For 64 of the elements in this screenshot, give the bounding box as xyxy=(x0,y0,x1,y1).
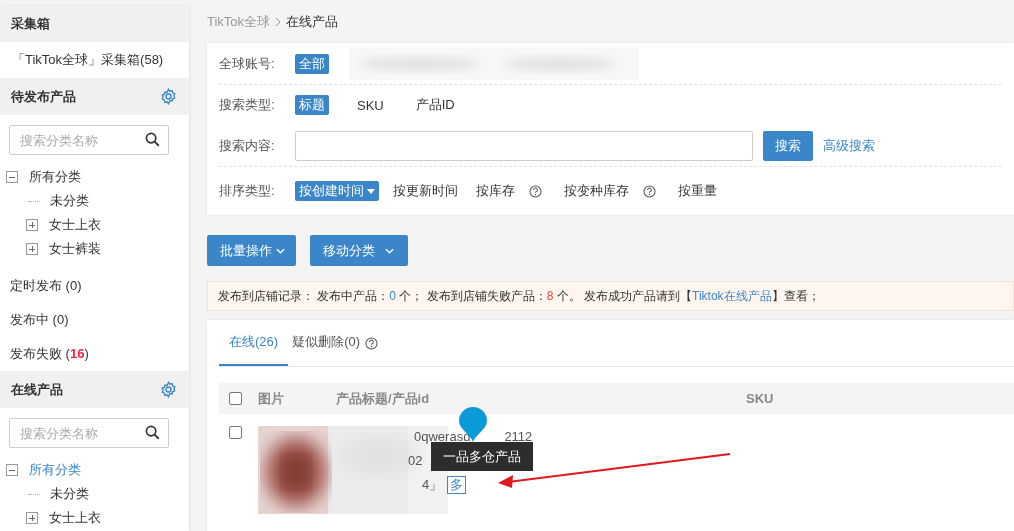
search-type-option[interactable]: 标题 xyxy=(295,95,329,115)
checkbox[interactable] xyxy=(229,392,242,405)
help-icon[interactable] xyxy=(529,184,542,198)
column-header: 图片 xyxy=(258,389,285,408)
category-item[interactable]: 所有分类 xyxy=(29,461,81,479)
chevron-down-icon[interactable] xyxy=(276,247,285,254)
filter-label: 搜索类型: xyxy=(219,96,276,114)
sort-option[interactable]: 按创建时间 xyxy=(295,181,379,201)
notice-text: 发布到店铺记录： 发布中产品：0 个； 发布到店铺失败产品：8 个。 发布成功产品请到【Tiktok在线产品】查看； xyxy=(207,281,1014,311)
status-item[interactable]: 发布中 (0) xyxy=(0,303,189,337)
category-item[interactable]: 女士裤装 xyxy=(49,240,101,258)
dropdown-button[interactable]: 移动分类 xyxy=(310,235,408,266)
section-title: 待发布产品 xyxy=(11,87,76,106)
dropdown-button[interactable]: 批量操作 xyxy=(207,235,296,266)
category-item[interactable]: 所有分类 xyxy=(29,168,81,186)
status-item[interactable]: 发布失败 (16) xyxy=(0,337,189,371)
section-title: 在线产品 xyxy=(11,380,63,399)
search-button[interactable]: 搜索 xyxy=(763,130,813,161)
column-header: 产品标题/产品id xyxy=(336,389,431,408)
help-icon[interactable] xyxy=(643,184,656,198)
product-text: 4」 xyxy=(422,476,443,494)
expand-toggle-icon[interactable] xyxy=(26,219,38,231)
search-type-option[interactable]: SKU xyxy=(353,96,388,114)
settings-icon[interactable] xyxy=(160,88,177,105)
category-item[interactable]: 女士上衣 xyxy=(49,509,101,527)
breadcrumb-current: 在线产品 xyxy=(286,12,339,31)
tooltip: 一品多仓产品 xyxy=(431,442,533,471)
help-icon[interactable] xyxy=(365,336,378,350)
column-header: SKU xyxy=(746,391,774,406)
category-item[interactable]: 女士上衣 xyxy=(49,216,101,234)
search-icon[interactable] xyxy=(145,425,160,440)
online-products-link[interactable]: Tiktok在线产品 xyxy=(692,289,772,303)
checkbox[interactable] xyxy=(229,426,242,439)
search-content-field[interactable] xyxy=(295,130,753,161)
expand-toggle-icon[interactable] xyxy=(6,171,18,183)
account-option[interactable]: 全部 xyxy=(295,53,329,74)
advanced-search-link[interactable]: 高级搜索 xyxy=(823,136,875,155)
filter-label: 排序类型: xyxy=(219,182,276,200)
filter-label: 全球账号: xyxy=(219,54,276,73)
search-type-option[interactable]: 产品ID xyxy=(411,95,459,115)
filter-label: 搜索内容: xyxy=(219,136,276,155)
expand-toggle-icon[interactable] xyxy=(26,512,38,524)
search-icon[interactable] xyxy=(145,132,160,147)
settings-icon[interactable] xyxy=(160,381,177,398)
search-field[interactable]: 搜索分类名称 xyxy=(9,418,169,448)
caret-icon[interactable] xyxy=(367,188,375,194)
sort-option[interactable]: 按更新时间 xyxy=(389,181,462,201)
sort-option[interactable]: 按重量 xyxy=(674,181,721,201)
sort-option[interactable]: 按变种库存 xyxy=(560,181,633,201)
search-field[interactable]: 搜索分类名称 xyxy=(9,125,169,155)
category-item[interactable]: 未分类 xyxy=(50,485,89,503)
product-text: 02 xyxy=(408,452,423,470)
sort-option[interactable]: 按库存 xyxy=(472,181,519,201)
multi-warehouse-badge[interactable]: 多 xyxy=(447,476,467,494)
expand-toggle-icon[interactable] xyxy=(6,464,18,476)
category-item[interactable]: 未分类 xyxy=(50,192,89,210)
collection-box-link[interactable]: 「TikTok全球」采集箱(58) xyxy=(0,42,189,78)
tab[interactable]: 疑似删除(0) xyxy=(288,320,365,366)
tab[interactable]: 在线(26) xyxy=(219,320,289,366)
status-item[interactable]: 定时发布 (0) xyxy=(0,269,189,303)
section-title: 采集箱 xyxy=(11,14,50,33)
chevron-down-icon[interactable] xyxy=(385,247,394,254)
chevron-icon xyxy=(275,16,282,27)
expand-toggle-icon[interactable] xyxy=(26,243,38,255)
